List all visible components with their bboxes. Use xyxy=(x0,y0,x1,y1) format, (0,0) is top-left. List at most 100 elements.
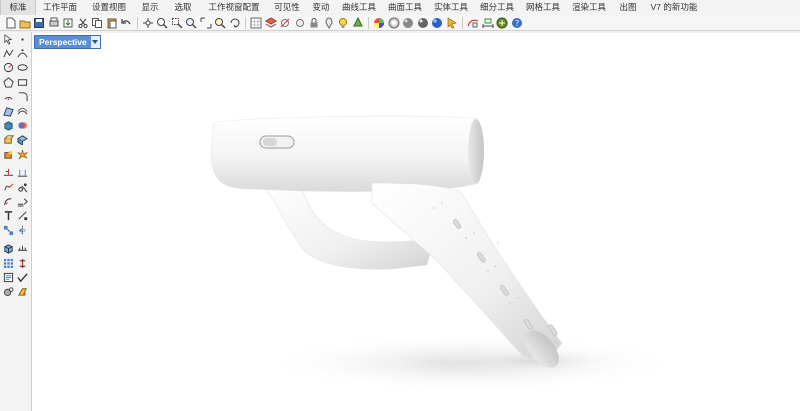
circle-icon[interactable] xyxy=(2,61,15,74)
left-tool-row xyxy=(0,75,31,89)
light-icon[interactable] xyxy=(336,16,350,30)
sphere-icon[interactable] xyxy=(430,16,444,30)
ribbon-tab-6[interactable]: 可见性 xyxy=(268,0,306,15)
extrude-icon[interactable] xyxy=(2,133,15,146)
unlock-icon[interactable] xyxy=(322,16,336,30)
ribbon-tab-11[interactable]: 细分工具 xyxy=(474,0,520,15)
cut-icon[interactable] xyxy=(76,16,90,30)
ribbon-tab-4[interactable]: 选取 xyxy=(166,0,200,15)
layout-icon[interactable] xyxy=(16,257,29,270)
dimension-tool-icon[interactable] xyxy=(16,209,29,222)
polyline-icon[interactable] xyxy=(2,47,15,60)
explode-icon[interactable] xyxy=(16,148,29,161)
copy-icon[interactable] xyxy=(90,16,104,30)
ribbon-tab-15[interactable]: V7 的新功能 xyxy=(644,0,704,15)
ribbon-tab-0[interactable]: 标准 xyxy=(0,0,36,15)
left-tool-row xyxy=(0,241,31,255)
help-icon[interactable]: ? xyxy=(510,16,524,30)
ribbon-tab-3[interactable]: 显示 xyxy=(134,0,166,15)
ribbon-tab-13[interactable]: 渲染工具 xyxy=(566,0,612,15)
show-icon[interactable] xyxy=(293,16,307,30)
curve-tool-icon[interactable] xyxy=(466,16,480,30)
ribbon-tab-1[interactable]: 工作平面 xyxy=(36,0,84,15)
boolean-icon[interactable] xyxy=(16,119,29,132)
pointer-icon[interactable] xyxy=(445,16,459,30)
open-file-icon[interactable] xyxy=(18,16,32,30)
zoom-target-icon[interactable] xyxy=(213,16,227,30)
select-arrow-icon[interactable] xyxy=(2,33,15,46)
group-icon[interactable] xyxy=(16,181,29,194)
save-file-icon[interactable] xyxy=(32,16,46,30)
plugin-icon[interactable] xyxy=(495,16,509,30)
paste-icon[interactable] xyxy=(105,16,119,30)
offset-icon[interactable] xyxy=(16,195,29,208)
grid-snap-icon[interactable] xyxy=(249,16,263,30)
perspective-viewport[interactable]: Perspective xyxy=(32,33,800,411)
print-icon[interactable] xyxy=(47,16,61,30)
import-icon[interactable] xyxy=(61,16,75,30)
material-icon[interactable] xyxy=(351,16,365,30)
ribbon-tab-7[interactable]: 变动 xyxy=(306,0,336,15)
viewport-title-tab[interactable]: Perspective xyxy=(34,35,101,49)
arc-icon[interactable] xyxy=(2,90,15,103)
ellipse-icon[interactable] xyxy=(16,61,29,74)
polygon-icon[interactable] xyxy=(2,76,15,89)
grid-array-icon[interactable] xyxy=(2,257,15,270)
zoom-selected-icon[interactable] xyxy=(199,16,213,30)
ribbon-tab-14[interactable]: 出图 xyxy=(612,0,644,15)
left-tool-row xyxy=(0,223,31,237)
hide-icon[interactable] xyxy=(278,16,292,30)
ribbon-tab-5[interactable]: 工作视窗配置 xyxy=(200,0,268,15)
viewport-menu-dropdown[interactable] xyxy=(90,36,100,48)
toolbar-separator xyxy=(136,16,138,29)
color-wheel-icon[interactable] xyxy=(372,16,386,30)
ribbon-tab-12[interactable]: 网格工具 xyxy=(520,0,566,15)
layer-icon[interactable] xyxy=(264,16,278,30)
fillet-curve-icon[interactable] xyxy=(16,90,29,103)
ribbon-tab-8[interactable]: 曲线工具 xyxy=(336,0,382,15)
left-tool-row xyxy=(0,90,31,104)
ribbon-tab-10[interactable]: 实体工具 xyxy=(428,0,474,15)
ribbon-tab-9[interactable]: 曲面工具 xyxy=(382,0,428,15)
rectangle-icon[interactable] xyxy=(16,76,29,89)
standard-toolbar: ? xyxy=(0,15,800,31)
lock-icon[interactable] xyxy=(307,16,321,30)
solid-tools-icon[interactable] xyxy=(2,148,15,161)
new-file-icon[interactable] xyxy=(3,16,17,30)
undo-icon[interactable] xyxy=(119,16,133,30)
join-icon[interactable] xyxy=(2,181,15,194)
box-solid-icon[interactable] xyxy=(2,119,15,132)
curve-control-icon[interactable] xyxy=(16,47,29,60)
barrel-front-cap xyxy=(468,119,484,183)
chevron-down-icon xyxy=(92,39,99,44)
mesh-icon[interactable] xyxy=(2,242,15,255)
left-tool-row xyxy=(0,61,31,75)
ribbon-tab-2[interactable]: 设置视图 xyxy=(84,0,134,15)
ribbon-tab-bar: 标准 工作平面 设置视图 显示 选取 工作视窗配置 可见性 变动 曲线工具 曲面工具 实体工具 细分工… xyxy=(0,0,800,16)
dimension-icon[interactable] xyxy=(481,16,495,30)
zoom-in-icon[interactable] xyxy=(155,16,169,30)
paint-icon[interactable] xyxy=(16,285,29,298)
zoom-extents-icon[interactable] xyxy=(184,16,198,30)
surface-corner-icon[interactable] xyxy=(2,105,15,118)
snap-grid-icon[interactable] xyxy=(16,242,29,255)
point-icon[interactable] xyxy=(16,33,29,46)
rotate-view-icon[interactable] xyxy=(228,16,242,30)
shaded-icon[interactable] xyxy=(401,16,415,30)
properties-icon[interactable] xyxy=(2,271,15,284)
text-icon[interactable] xyxy=(2,209,15,222)
split-icon[interactable] xyxy=(2,166,15,179)
pan-icon[interactable] xyxy=(141,16,155,30)
rendered-icon[interactable] xyxy=(416,16,430,30)
cage-edit-icon[interactable] xyxy=(16,133,29,146)
fillet-icon[interactable] xyxy=(2,195,15,208)
render-icon[interactable] xyxy=(2,285,15,298)
toolbar-separator xyxy=(368,16,369,29)
trim-icon[interactable] xyxy=(16,166,29,179)
render-preview-icon[interactable] xyxy=(387,16,401,30)
check-icon[interactable] xyxy=(16,271,29,284)
array-icon[interactable] xyxy=(2,224,15,237)
surface-loft-icon[interactable] xyxy=(16,105,29,118)
mirror-icon[interactable] xyxy=(16,224,29,237)
zoom-window-icon[interactable] xyxy=(170,16,184,30)
